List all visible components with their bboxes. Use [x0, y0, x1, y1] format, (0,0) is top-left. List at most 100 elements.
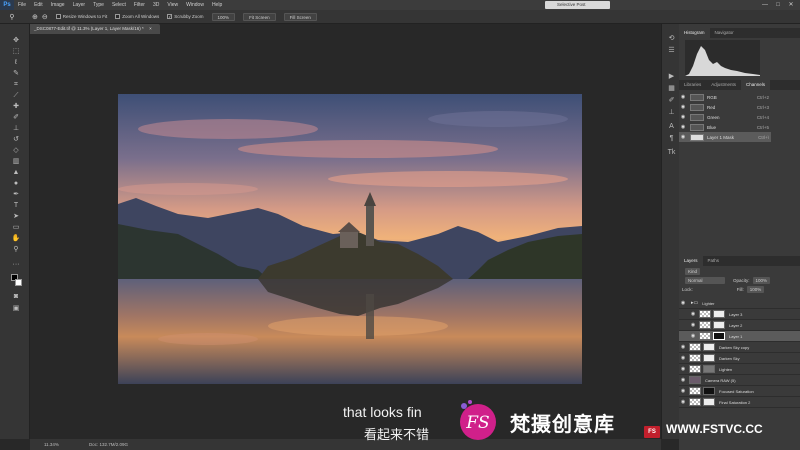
- menu-window[interactable]: Window: [182, 2, 208, 8]
- zoom-out-icon[interactable]: ⊖: [42, 13, 48, 21]
- tab-libraries[interactable]: Libraries: [679, 80, 706, 90]
- dodge-tool-icon[interactable]: ●: [11, 179, 21, 188]
- tab-layers[interactable]: Layers: [679, 256, 703, 266]
- eye-icon[interactable]: ◉: [679, 104, 687, 110]
- history-brush-tool-icon[interactable]: ↺: [11, 135, 21, 144]
- eye-icon[interactable]: ◉: [679, 124, 687, 130]
- eraser-tool-icon[interactable]: ◇: [11, 146, 21, 155]
- tab-histogram[interactable]: Histogram: [679, 28, 710, 38]
- brush-panel-icon[interactable]: ✐: [667, 96, 676, 105]
- layer-row[interactable]: ◉ Darken Sky: [679, 353, 800, 364]
- channel-row-green[interactable]: ◉ Green Ctrl+4: [679, 112, 771, 122]
- character-panel-icon[interactable]: A: [667, 122, 676, 131]
- menu-help[interactable]: Help: [208, 2, 226, 8]
- brush-tool-icon[interactable]: ✐: [11, 113, 21, 122]
- eyedropper-tool-icon[interactable]: ⟋: [11, 91, 21, 100]
- layer-row[interactable]: ◉ Final Saturation 2: [679, 397, 800, 408]
- quick-mask-icon[interactable]: ◙: [11, 292, 21, 301]
- clone-source-panel-icon[interactable]: ⊥: [667, 108, 676, 117]
- channel-row-rgb[interactable]: ◉ RGB Ctrl+2: [679, 92, 771, 102]
- layer-row[interactable]: ◉ Layer 3: [679, 309, 800, 320]
- resize-windows-checkbox[interactable]: Resize Windows to Fit: [55, 14, 107, 19]
- gradient-tool-icon[interactable]: ▥: [11, 157, 21, 166]
- tab-paths[interactable]: Paths: [703, 256, 725, 266]
- tab-adjustments[interactable]: Adjustments: [706, 80, 741, 90]
- actions-panel-icon[interactable]: ▶: [667, 72, 676, 81]
- swatches-panel-icon[interactable]: ▦: [667, 84, 676, 93]
- eye-icon[interactable]: ◉: [689, 333, 697, 339]
- layer-row[interactable]: ◉ Lighten: [679, 364, 800, 375]
- eye-icon[interactable]: ◉: [679, 377, 687, 383]
- eye-icon[interactable]: ◉: [689, 311, 697, 317]
- maximize-button[interactable]: □: [773, 1, 783, 9]
- crop-tool-icon[interactable]: ⌗: [11, 80, 21, 89]
- layer-group-lighter[interactable]: ◉ ▸▭ Lighter: [679, 298, 800, 309]
- eye-icon[interactable]: ◉: [679, 134, 687, 140]
- eye-icon[interactable]: ◉: [679, 399, 687, 405]
- menu-select[interactable]: Select: [108, 2, 130, 8]
- tab-channels[interactable]: Channels: [741, 80, 771, 90]
- move-tool-icon[interactable]: ✥: [11, 36, 21, 45]
- layer-row-selected[interactable]: ◉ Layer 1: [679, 331, 800, 342]
- menu-image[interactable]: Image: [47, 2, 69, 8]
- glyphs-panel-icon[interactable]: Tk: [667, 148, 676, 157]
- paragraph-panel-icon[interactable]: ¶: [667, 134, 676, 143]
- 100-percent-button[interactable]: 100%: [211, 12, 236, 21]
- more-tools-icon[interactable]: ···: [11, 260, 21, 269]
- blur-tool-icon[interactable]: ▲: [11, 168, 21, 177]
- background-color-swatch[interactable]: [15, 279, 22, 286]
- fill-field[interactable]: 100%: [746, 286, 765, 293]
- menu-view[interactable]: View: [163, 2, 182, 8]
- menu-type[interactable]: Type: [89, 2, 108, 8]
- menu-file[interactable]: File: [14, 2, 30, 8]
- zoom-tool-icon[interactable]: ⚲: [11, 245, 21, 254]
- lasso-tool-icon[interactable]: ℓ: [11, 58, 21, 67]
- menu-3d[interactable]: 3D: [149, 2, 163, 8]
- layer-filter-kind[interactable]: Kind: [685, 268, 701, 275]
- eye-icon[interactable]: ◉: [679, 344, 687, 350]
- path-select-tool-icon[interactable]: ➤: [11, 212, 21, 221]
- channel-row-layer-mask[interactable]: ◉ Layer 1 Mask Ctrl+\: [679, 132, 771, 142]
- blend-mode-select[interactable]: Normal: [685, 277, 725, 284]
- pen-tool-icon[interactable]: ✒: [11, 190, 21, 199]
- minimize-button[interactable]: —: [760, 1, 770, 9]
- fit-screen-button[interactable]: Fit Screen: [243, 12, 276, 21]
- eye-icon[interactable]: ◉: [689, 322, 697, 328]
- quick-select-tool-icon[interactable]: ✎: [11, 69, 21, 78]
- document-tab[interactable]: _DSC0877-Edit.tif @ 11.3% (Layer 1, Laye…: [30, 24, 160, 34]
- menu-edit[interactable]: Edit: [30, 2, 47, 8]
- scrubby-zoom-checkbox[interactable]: ✓ Scrubby Zoom: [167, 14, 204, 19]
- eye-icon[interactable]: ◉: [679, 94, 687, 100]
- properties-panel-icon[interactable]: ☰: [667, 46, 676, 55]
- type-tool-icon[interactable]: T: [11, 201, 21, 210]
- channel-row-red[interactable]: ◉ Red Ctrl+3: [679, 102, 771, 112]
- layer-row[interactable]: ◉ Darken Sky copy: [679, 342, 800, 353]
- hand-tool-icon[interactable]: ✋: [11, 234, 21, 243]
- menu-filter[interactable]: Filter: [130, 2, 149, 8]
- zoom-in-icon[interactable]: ⊕: [32, 13, 38, 21]
- document-image[interactable]: [118, 94, 582, 384]
- history-panel-icon[interactable]: ⟲: [667, 34, 676, 43]
- close-window-button[interactable]: ✕: [786, 1, 796, 9]
- clone-stamp-tool-icon[interactable]: ⊥: [11, 124, 21, 133]
- marquee-tool-icon[interactable]: ⬚: [11, 47, 21, 56]
- zoom-all-windows-checkbox[interactable]: Zoom All Windows: [115, 14, 159, 19]
- eye-icon[interactable]: ◉: [679, 355, 687, 361]
- opacity-field[interactable]: 100%: [752, 277, 771, 284]
- healing-tool-icon[interactable]: ✚: [11, 102, 21, 111]
- menu-layer[interactable]: Layer: [69, 2, 90, 8]
- eye-icon[interactable]: ◉: [679, 300, 687, 306]
- channel-row-blue[interactable]: ◉ Blue Ctrl+5: [679, 122, 771, 132]
- eye-icon[interactable]: ◉: [679, 366, 687, 372]
- fill-screen-button[interactable]: Fill Screen: [283, 12, 317, 21]
- layer-row[interactable]: ◉ Layer 2: [679, 320, 800, 331]
- layer-row[interactable]: ◉ Camera RAW (5): [679, 375, 800, 386]
- tab-navigator[interactable]: Navigator: [710, 28, 739, 38]
- zoom-tool-icon[interactable]: ⚲: [6, 12, 18, 22]
- eye-icon[interactable]: ◉: [679, 388, 687, 394]
- zoom-level[interactable]: 11.34%: [44, 442, 59, 447]
- close-document-icon[interactable]: ×: [149, 26, 152, 31]
- shape-tool-icon[interactable]: ▭: [11, 223, 21, 232]
- layer-row[interactable]: ◉ Focused Saturation: [679, 386, 800, 397]
- screen-mode-icon[interactable]: ▣: [11, 304, 21, 313]
